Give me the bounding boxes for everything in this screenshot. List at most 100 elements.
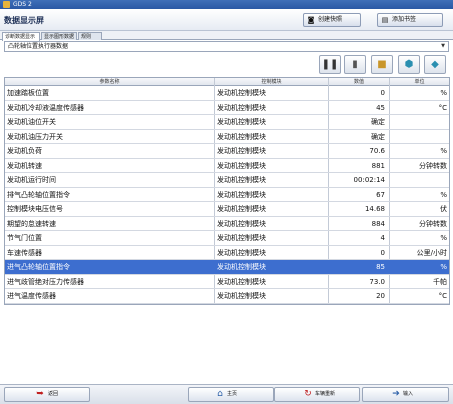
param-name-cell: 发动机冷却液温度传感器 (7, 103, 84, 112)
module-cell: 发动机控制模块 (217, 219, 266, 228)
grid-header: 参数名称 控制模块 数值 单位 (5, 78, 449, 86)
value-cell: 14.68 (364, 205, 385, 213)
unit-cell: °C (438, 103, 447, 112)
value-cell: 4 (380, 234, 385, 242)
param-name-cell: 车速传感器 (7, 248, 42, 257)
bookmark-icon: ▤ (381, 16, 389, 24)
module-cell: 发动机控制模块 (217, 161, 266, 170)
unit-cell: % (440, 147, 447, 155)
app-icon (3, 1, 10, 8)
tab-diagnostic-data[interactable]: 诊断数据显示屏 (2, 32, 40, 48)
back-label: 返回 (48, 391, 59, 397)
table-row[interactable]: 发动机转速 发动机控制模块 881 分钟转数 (5, 159, 449, 173)
table-row[interactable]: 加速踏板位置 发动机控制模块 0% (5, 86, 449, 101)
pause-icon: ❚❚ (321, 59, 339, 70)
create-snapshot-label: 创建快照 (318, 16, 343, 23)
module-cell: 发动机控制模块 (217, 248, 266, 257)
value-cell: 70.6 (369, 147, 385, 155)
table-row[interactable]: 发动机运行时间 发动机控制模块 00:02:14 (5, 173, 449, 188)
add-bookmark-label: 添加书签 (392, 16, 417, 23)
module-cell: 发动机控制模块 (217, 277, 266, 286)
unit-cell: 分钟转数 (419, 161, 447, 170)
data-list-select-value: 凸轮轴位置执行器数据 (8, 43, 69, 50)
table-row[interactable]: 车速传感器 发动机控制模块 0 公里/小时 (5, 246, 449, 260)
value-cell: 85 (376, 263, 385, 271)
clear-button[interactable]: ▮ (344, 55, 366, 74)
chevron-down-icon[interactable]: ▼ (439, 43, 447, 50)
table-row[interactable]: 进气歧管绝对压力传感器 发动机控制模块 73.0 千帕 (5, 275, 449, 289)
table-row[interactable]: 发动机油位开关 发动机控制模块 确定 (5, 115, 449, 130)
module-cell: 发动机控制模块 (217, 234, 266, 242)
table-row[interactable]: 节气门位置 发动机控制模块 4% (5, 231, 449, 246)
window-title: GDS 2 (13, 1, 32, 8)
value-cell: 确定 (371, 132, 385, 141)
value-cell: 0 (380, 248, 385, 257)
save-button[interactable]: ⬢ (398, 55, 420, 74)
grid-rows: 加速踏板位置 发动机控制模块 0% 发动机冷却液温度传感器 发动机控制模块 45 °C 发动机… (5, 86, 449, 304)
unit-cell: % (440, 190, 447, 199)
param-name-cell: 进气凸轮轴位置指令 (7, 263, 70, 271)
page-title: 数据显示屏 (4, 16, 44, 25)
param-name-cell: 发动机负荷 (7, 147, 42, 155)
refresh-icon: ↻ (304, 389, 312, 399)
home-label: 主页 (227, 391, 238, 397)
scroll-down-button[interactable]: ◆ (424, 55, 446, 74)
module-cell: 发动机控制模块 (217, 147, 266, 155)
module-cell: 发动机控制模块 (217, 190, 266, 199)
param-name-cell: 进气温度传感器 (7, 292, 56, 300)
value-cell: 884 (371, 219, 385, 228)
value-cell: 67 (376, 190, 385, 199)
table-row[interactable]: 进气凸轮轴位置指令 发动机控制模块 85% (5, 260, 449, 275)
column-header-value[interactable]: 数值 (329, 78, 389, 86)
table-row[interactable]: 期望的怠速转速 发动机控制模块 884 分钟转数 (5, 217, 449, 231)
create-snapshot-button[interactable]: ◙ 创建快照 (303, 13, 361, 27)
param-name-cell: 期望的怠速转速 (7, 219, 56, 228)
table-row[interactable]: 控制模块电压信号 发动机控制模块 14.68 伏 (5, 202, 449, 217)
clear-icon: ▮ (352, 59, 358, 70)
back-button[interactable]: ➥ 返回 (4, 387, 90, 402)
table-row[interactable]: 排气凸轮轴位置指令 发动机控制模块 67% (5, 188, 449, 202)
input-label: 输入 (403, 391, 414, 397)
param-name-cell: 进气歧管绝对压力传感器 (7, 277, 84, 286)
module-cell: 发动机控制模块 (217, 263, 266, 271)
data-list-select[interactable]: 凸轮轴位置执行器数据 ▼ (4, 41, 449, 52)
add-bookmark-button[interactable]: ▤ 添加书签 (377, 13, 443, 27)
param-name-cell: 发动机转速 (7, 161, 42, 170)
tab-graph-data[interactable]: 显示图形数据 (41, 32, 77, 40)
camera-icon: ◙ (307, 16, 315, 24)
tab-rules[interactable]: 规则 (78, 32, 102, 40)
unit-cell: 伏 (440, 205, 447, 213)
value-cell: 73.0 (369, 277, 385, 286)
value-cell: 0 (380, 89, 385, 97)
input-button[interactable]: ➔ 输入 (362, 387, 449, 402)
table-row[interactable]: 发动机负荷 发动机控制模块 70.6% (5, 144, 449, 159)
refresh-vehicle-button[interactable]: ↻ 车辆重新 (274, 387, 360, 402)
home-icon: ⌂ (217, 389, 223, 399)
unit-cell: °C (438, 292, 447, 300)
input-arrow-icon: ➔ (392, 389, 400, 399)
module-cell: 发动机控制模块 (217, 132, 266, 141)
table-row[interactable]: 发动机冷却液温度传感器 发动机控制模块 45 °C (5, 101, 449, 115)
pause-button[interactable]: ❚❚ (319, 55, 341, 74)
table-row[interactable]: 进气温度传感器 发动机控制模块 20 °C (5, 289, 449, 304)
refresh-vehicle-label: 车辆重新 (315, 391, 336, 397)
module-cell: 发动机控制模块 (217, 176, 266, 184)
column-header-unit[interactable]: 单位 (390, 78, 449, 86)
column-header-module[interactable]: 控制模块 (215, 78, 328, 86)
value-cell: 881 (371, 161, 385, 170)
param-name-cell: 节气门位置 (7, 234, 42, 242)
param-name-cell: 发动机运行时间 (7, 176, 56, 184)
param-name-cell: 发动机油压力开关 (7, 132, 63, 141)
unit-cell: 分钟转数 (419, 219, 447, 228)
table-row[interactable]: 发动机油压力开关 发动机控制模块 确定 (5, 130, 449, 144)
lock-button[interactable]: ■ (371, 55, 393, 74)
unit-cell: 公里/小时 (416, 248, 447, 257)
value-cell: 20 (376, 292, 385, 300)
param-name-cell: 发动机油位开关 (7, 118, 56, 126)
bottom-bar: ➥ 返回 ⌂ 主页 ↻ 车辆重新 ➔ 输入 (0, 384, 453, 404)
home-button[interactable]: ⌂ 主页 (188, 387, 274, 402)
column-header-name[interactable]: 参数名称 (5, 78, 214, 86)
module-cell: 发动机控制模块 (217, 292, 266, 300)
tab-bar: 诊断数据显示屏 显示图形数据 规则 (0, 31, 453, 48)
unit-cell: % (440, 89, 447, 97)
